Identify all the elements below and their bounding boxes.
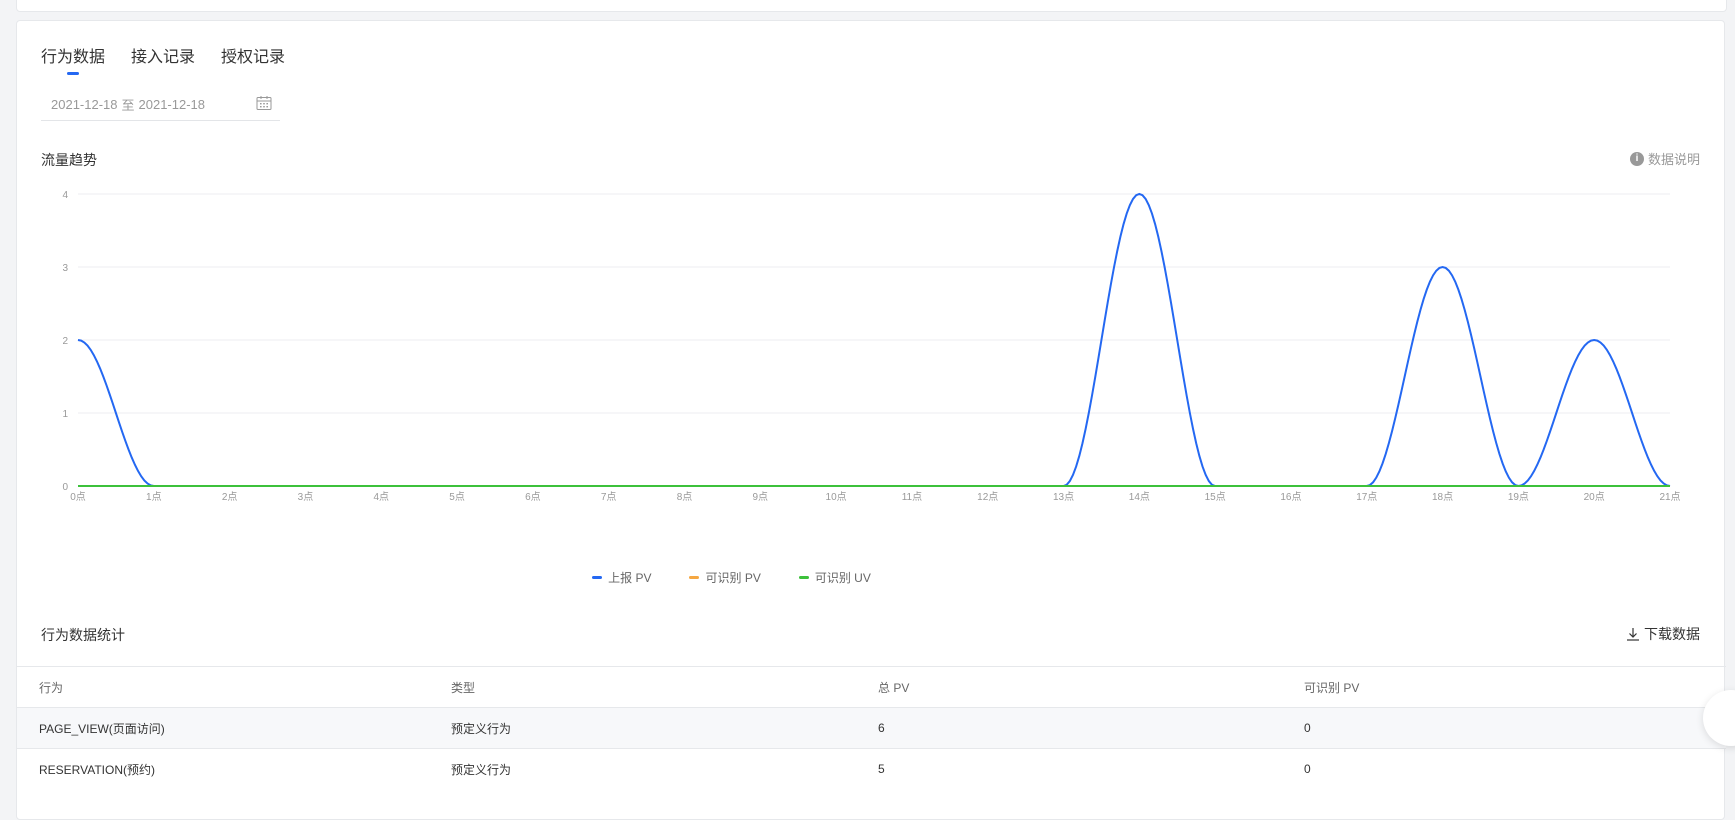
cell-total-pv: 6 bbox=[878, 721, 885, 735]
y-tick-label: 0 bbox=[62, 482, 68, 493]
cell-behavior: RESERVATION(预约) bbox=[39, 762, 156, 777]
table-row[interactable]: RESERVATION(预约) 预定义行为 5 0 bbox=[17, 748, 1726, 789]
x-tick-label: 2点 bbox=[222, 491, 238, 503]
y-tick-label: 3 bbox=[62, 263, 68, 274]
download-label: 下载数据 bbox=[1644, 626, 1700, 642]
x-tick-label: 20点 bbox=[1584, 491, 1605, 503]
x-tick-label: 6点 bbox=[525, 491, 541, 503]
stats-table: 行为 类型 总 PV 可识别 PV PAGE_VIEW(页面访问) 预定义行为 … bbox=[17, 666, 1726, 789]
cell-behavior: PAGE_VIEW(页面访问) bbox=[39, 721, 165, 736]
legend-swatch bbox=[798, 576, 809, 579]
cell-type: 预定义行为 bbox=[451, 721, 512, 736]
column-header-type: 类型 bbox=[451, 680, 476, 695]
x-tick-label: 0点 bbox=[70, 491, 86, 503]
x-tick-label: 7点 bbox=[601, 491, 617, 503]
legend-swatch bbox=[689, 576, 700, 579]
cell-type: 预定义行为 bbox=[451, 762, 512, 777]
behavior-card: 行为数据 接入记录 授权记录 2021-12-18 至 2021-12-18 流… bbox=[16, 20, 1726, 820]
legend-swatch bbox=[592, 576, 603, 579]
download-icon bbox=[1627, 628, 1639, 641]
column-header-total-pv: 总 PV bbox=[878, 680, 910, 695]
y-tick-label: 4 bbox=[62, 190, 68, 201]
cell-identifiable-pv: 0 bbox=[1304, 762, 1311, 776]
column-header-behavior: 行为 bbox=[39, 680, 64, 695]
legend-item-reported-pv[interactable]: 上报 PV bbox=[592, 569, 651, 586]
x-tick-label: 21点 bbox=[1659, 491, 1680, 503]
x-tick-label: 1点 bbox=[146, 491, 162, 503]
x-tick-label: 13点 bbox=[1053, 491, 1074, 503]
x-tick-label: 8点 bbox=[677, 491, 693, 503]
legend-label: 可识别 PV bbox=[705, 571, 761, 585]
traffic-trend-chart: 0 1 2 3 4 0点 1点 2点 3点 4点 5点 6点 7点 8点 9点 10点 11点 12点 13点 14点… bbox=[62, 190, 1680, 503]
x-tick-label: 16点 bbox=[1280, 491, 1301, 503]
table-header: 行为 类型 总 PV 可识别 PV bbox=[17, 666, 1726, 707]
x-tick-label: 17点 bbox=[1356, 491, 1377, 503]
legend-item-identifiable-uv[interactable]: 可识别 UV bbox=[798, 569, 871, 586]
stats-title: 行为数据统计 bbox=[41, 627, 125, 643]
x-tick-label: 18点 bbox=[1432, 491, 1453, 503]
x-tick-label: 9点 bbox=[753, 491, 769, 503]
x-tick-label: 3点 bbox=[298, 491, 314, 503]
top-card bbox=[16, 0, 1727, 12]
column-header-identifiable-pv: 可识别 PV bbox=[1304, 680, 1360, 695]
legend-label: 可识别 UV bbox=[814, 571, 871, 585]
x-tick-label: 12点 bbox=[977, 491, 998, 503]
y-tick-label: 2 bbox=[62, 336, 68, 347]
x-tick-label: 15点 bbox=[1205, 491, 1226, 503]
x-tick-label: 4点 bbox=[373, 491, 389, 503]
x-tick-label: 10点 bbox=[826, 491, 847, 503]
legend-label: 上报 PV bbox=[608, 571, 652, 585]
x-tick-label: 11点 bbox=[902, 491, 922, 503]
legend-item-identifiable-pv[interactable]: 可识别 PV bbox=[689, 569, 761, 586]
cell-total-pv: 5 bbox=[878, 762, 885, 776]
x-tick-label: 19点 bbox=[1508, 491, 1529, 503]
cell-identifiable-pv: 0 bbox=[1304, 721, 1311, 735]
table-row[interactable]: PAGE_VIEW(页面访问) 预定义行为 6 0 bbox=[17, 707, 1726, 748]
x-tick-label: 5点 bbox=[449, 491, 465, 503]
download-data-button[interactable]: 下载数据 bbox=[1626, 624, 1700, 644]
chart-legend: 上报 PV 可识别 PV 可识别 UV bbox=[0, 569, 1586, 586]
y-tick-label: 1 bbox=[62, 409, 68, 420]
x-tick-label: 14点 bbox=[1129, 491, 1150, 503]
